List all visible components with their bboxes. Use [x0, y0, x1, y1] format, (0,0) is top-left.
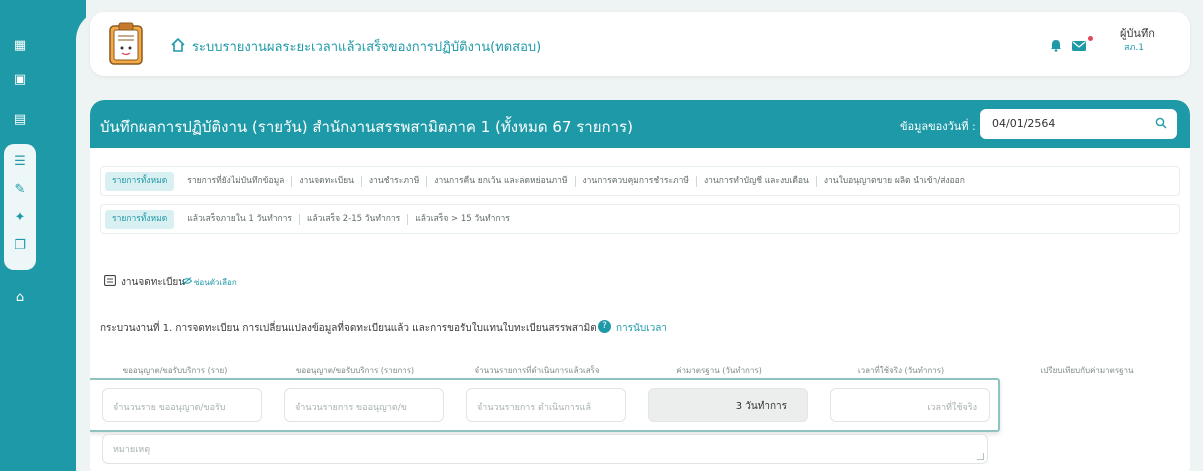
remark-textarea[interactable]: หมายเหตุ [102, 434, 988, 464]
tab-registration[interactable]: งานจดทะเบียน [292, 175, 362, 187]
tab-license[interactable]: งานใบอนุญาตขาย ผลิต นำเข้า/ส่งออก [817, 176, 972, 187]
page-title: บันทึกผลการปฏิบัติงาน (รายวัน) สำนักงานส… [100, 118, 633, 136]
items-input[interactable]: จำนวนรายการ ขออนุญาต/ข [284, 388, 444, 422]
date-input[interactable]: 04/01/2564 [980, 109, 1177, 139]
tab-tax-payment[interactable]: งานชำระภาษี [362, 175, 428, 187]
category-tabs: รายการทั้งหมด รายการที่ยังไม่บันทึกข้อมู… [100, 166, 1180, 196]
side-nav-group: ☰ ✎ ✦ ❐ [4, 144, 36, 270]
calendar-check-icon[interactable]: ▤ [12, 112, 28, 128]
date-label: ข้อมูลของวันที่ : [900, 120, 976, 133]
items-placeholder: จำนวนรายการ ขออนุญาต/ข [295, 403, 407, 413]
tab-accounting[interactable]: งานการทำบัญชี และงบเดือน [697, 175, 817, 187]
date-value: 04/01/2564 [992, 117, 1056, 130]
search-icon[interactable] [1155, 117, 1167, 129]
col-label-actual: เวลาที่ใช้จริง (วันทำการ) [857, 366, 945, 375]
col-label-applicants: ขออนุญาต/ขอรับบริการ (ราย) [122, 366, 228, 375]
title-band: บันทึกผลการปฏิบัติงาน (รายวัน) สำนักงานส… [90, 100, 1190, 148]
help-icon[interactable]: ? [598, 320, 611, 333]
eye-off-icon[interactable] [182, 277, 192, 285]
applicants-placeholder: จำนวนราย ขออนุญาต/ขอรับ [113, 403, 226, 413]
list-icon[interactable]: ☰ [12, 154, 28, 170]
section-title: งานจดทะเบียน [121, 277, 186, 288]
timing-link[interactable]: การนับเวลา [616, 321, 667, 336]
app-header: ระบบรายงานผลระยะเวลาแล้วเสร็จของการปฏิบั… [90, 12, 1190, 76]
main-panel: บันทึกผลการปฏิบัติงาน (รายวัน) สำนักงานส… [90, 100, 1190, 471]
completed-input[interactable]: จำนวนรายการ ดำเนินการแล้ [466, 388, 626, 422]
clipboard-mascot-logo [109, 22, 143, 65]
tab-duration-all[interactable]: รายการทั้งหมด [105, 209, 175, 229]
mail-icon[interactable] [1072, 41, 1086, 51]
completed-placeholder: จำนวนรายการ ดำเนินการแล้ [477, 403, 591, 413]
col-label-standard: ค่ามาตรฐาน (วันทำการ) [676, 366, 762, 375]
inbox-icon[interactable]: ⌂ [12, 290, 28, 306]
tab-refund[interactable]: งานการคืน ยกเว้น และลดหย่อนภาษี [427, 175, 576, 187]
resize-handle[interactable] [977, 453, 984, 460]
col-label-compare: เปรียบเทียบกับค่ามาตรฐาน [1040, 366, 1134, 375]
form-icon [104, 275, 116, 286]
dashboard-icon[interactable]: ▦ [12, 38, 28, 54]
actual-time-placeholder: เวลาที่ใช้จริง [927, 403, 977, 413]
calendar-icon[interactable]: ▣ [12, 72, 28, 88]
standard-value-field: 3 วันทำการ [648, 388, 808, 422]
side-nav-curve [40, 0, 136, 471]
copy-icon[interactable]: ❐ [12, 238, 28, 254]
side-nav: ▦ ▣ ▤ ☰ ✎ ✦ ❐ ⌂ [0, 0, 136, 471]
edit-icon[interactable]: ✎ [12, 182, 28, 198]
process-title: กระบวนงานที่ 1. การจดทะเบียน การเปลี่ยนแ… [100, 323, 597, 334]
col-label-items: ขออนุญาต/ขอรับบริการ (รายการ) [295, 366, 415, 375]
tab-all[interactable]: รายการทั้งหมด [105, 171, 175, 191]
duration-tabs: รายการทั้งหมด แล้วเสร็จภายใน 1 วันทำการ … [100, 204, 1180, 234]
user-role: สภ.1 [1124, 43, 1145, 53]
actual-time-input[interactable]: เวลาที่ใช้จริง [830, 388, 990, 422]
tab-tax-control[interactable]: งานการควบคุมการชำระภาษี [576, 175, 697, 187]
app-title: ระบบรายงานผลระยะเวลาแล้วเสร็จของการปฏิบั… [192, 40, 542, 55]
pin-icon[interactable]: ✦ [12, 210, 28, 226]
remark-placeholder: หมายเหตุ [113, 445, 151, 455]
tab-unrecorded[interactable]: รายการที่ยังไม่บันทึกข้อมูล [180, 175, 293, 187]
tab-2-15-days[interactable]: แล้วเสร็จ 2-15 วันทำการ [300, 213, 409, 225]
tab-within-1-day[interactable]: แล้วเสร็จภายใน 1 วันทำการ [180, 213, 300, 225]
home-icon[interactable] [170, 37, 186, 53]
col-label-completed: จำนวนรายการที่ดำเนินการแล้วเสร็จ [474, 366, 600, 375]
notification-dot [1088, 36, 1093, 41]
tab-over-15-days[interactable]: แล้วเสร็จ > 15 วันทำการ [408, 214, 517, 225]
hide-options-link[interactable]: ซ่อนตัวเลือก [194, 276, 237, 289]
bell-icon[interactable] [1050, 39, 1062, 52]
applicants-input[interactable]: จำนวนราย ขออนุญาต/ขอรับ [102, 388, 262, 422]
standard-value: 3 วันทำการ [735, 401, 787, 412]
